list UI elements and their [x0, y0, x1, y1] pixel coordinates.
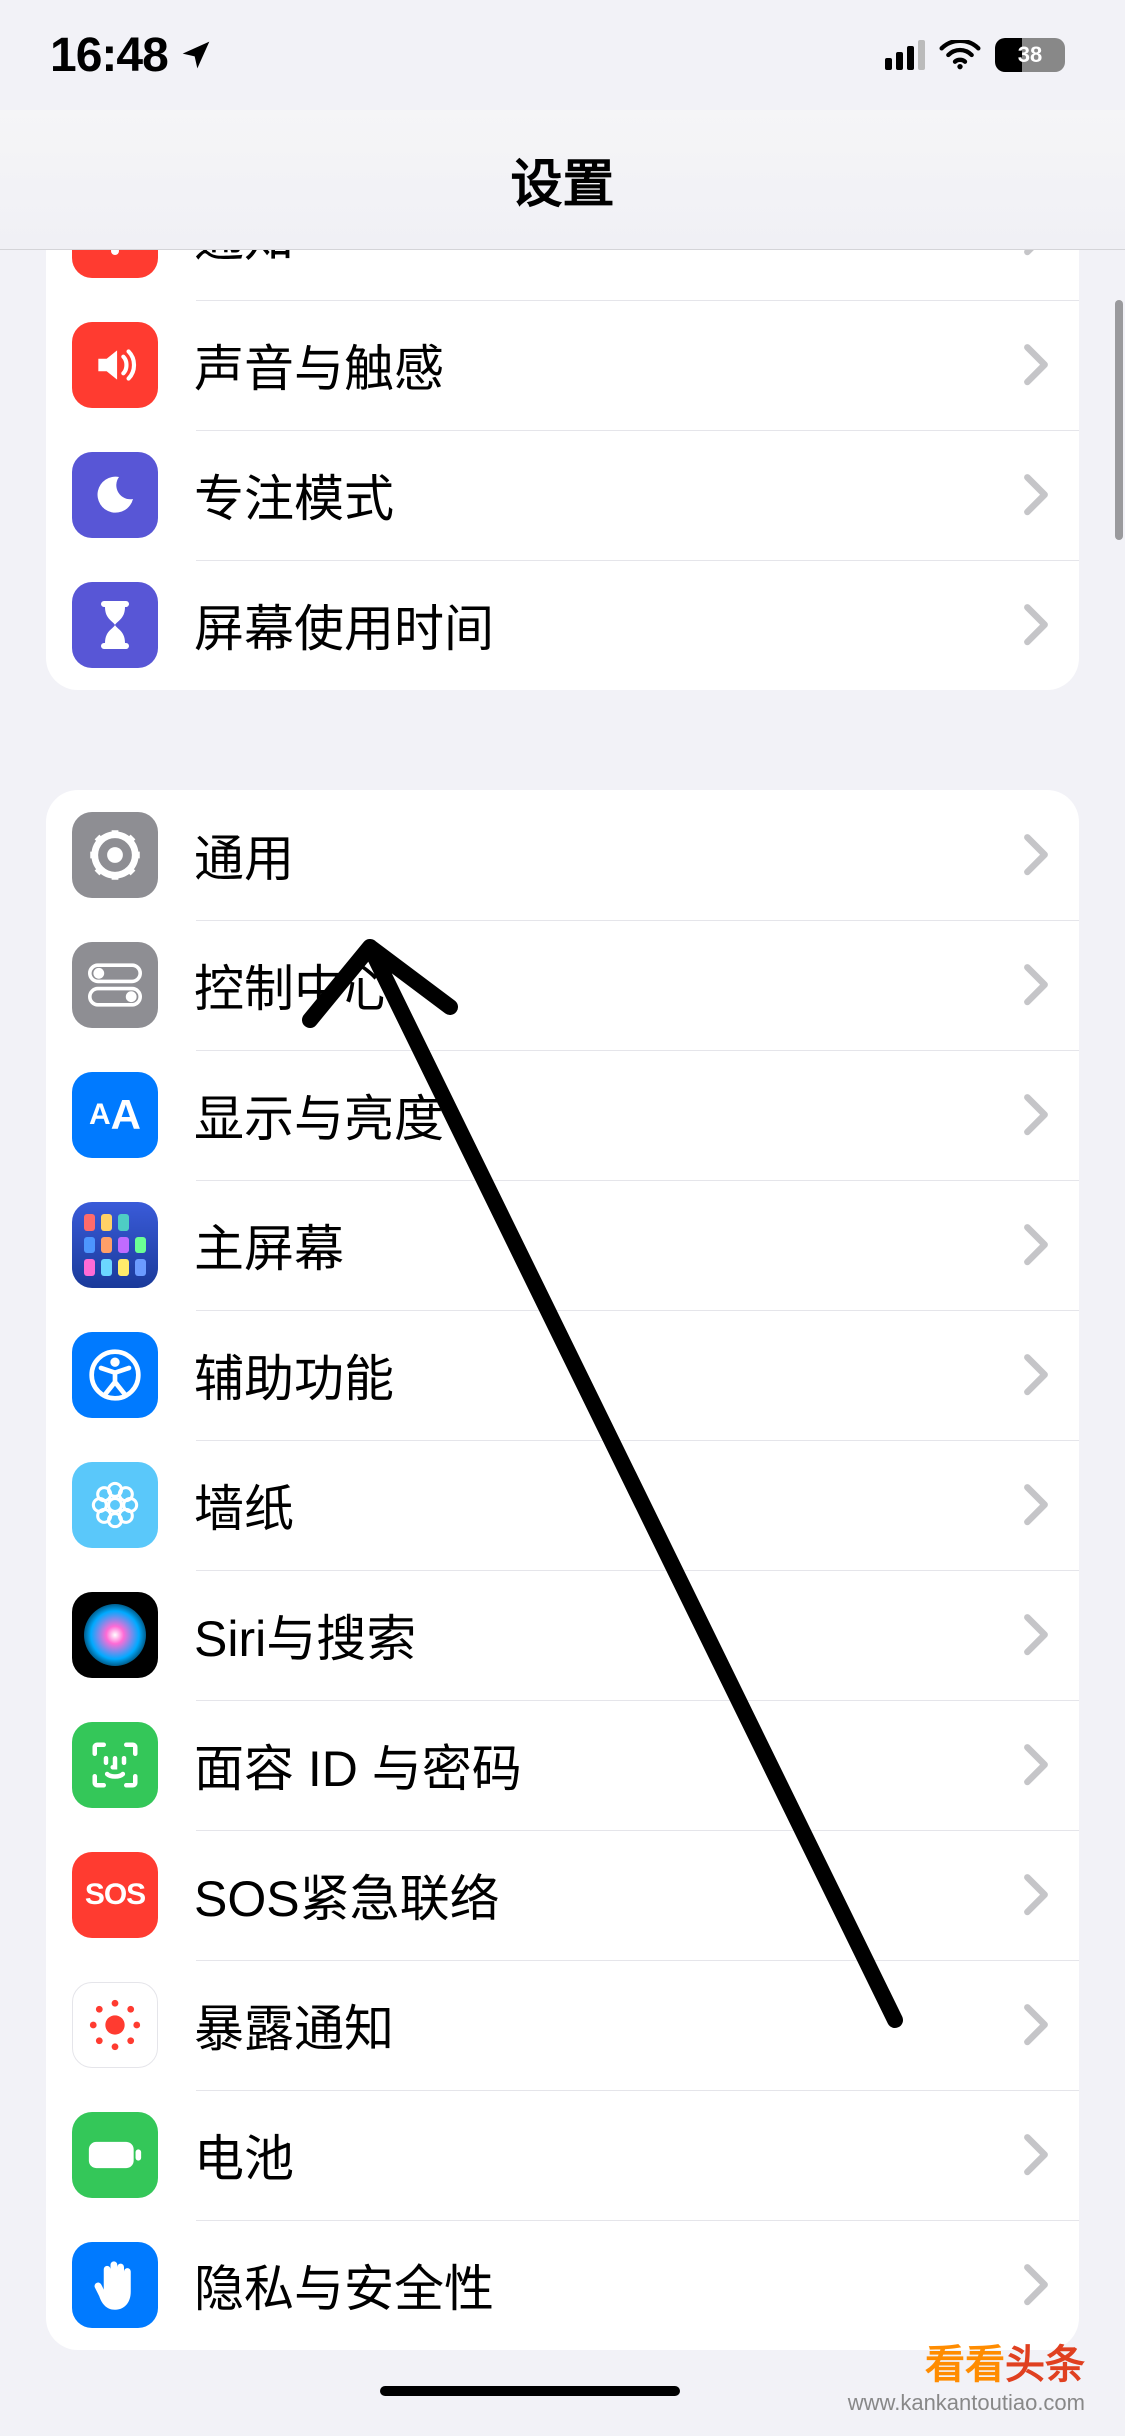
status-bar: 16:48 38 [0, 0, 1125, 110]
chevron-right-icon [1023, 2133, 1049, 2177]
settings-scrollview[interactable]: 通知 声音与触感 专注模式 屏幕使用时间 [0, 250, 1125, 2436]
row-label: 通用 [194, 819, 1023, 891]
home-grid-icon [72, 1202, 158, 1288]
status-right: 38 [885, 38, 1065, 72]
time-label: 16:48 [50, 28, 168, 83]
row-label: 辅助功能 [194, 1339, 1023, 1411]
chevron-right-icon [1023, 1093, 1049, 1137]
status-time: 16:48 [50, 28, 212, 83]
row-label: 专注模式 [194, 459, 1023, 531]
gear-icon [72, 812, 158, 898]
row-battery[interactable]: 电池 [46, 2090, 1079, 2220]
faceid-icon [72, 1722, 158, 1808]
row-label: 主屏幕 [194, 1209, 1023, 1281]
row-label: 通知 [194, 250, 1023, 271]
moon-icon [72, 452, 158, 538]
nav-bar: 设置 [0, 110, 1125, 250]
settings-group-1: 通知 声音与触感 专注模式 屏幕使用时间 [46, 250, 1079, 690]
row-label: 隐私与安全性 [194, 2249, 1023, 2321]
location-icon [180, 39, 212, 71]
hourglass-icon [72, 582, 158, 668]
row-general[interactable]: 通用 [46, 790, 1079, 920]
text-size-icon: AA [72, 1072, 158, 1158]
watermark-url: www.kankantoutiao.com [848, 2390, 1085, 2416]
siri-icon [72, 1592, 158, 1678]
row-accessibility[interactable]: 辅助功能 [46, 1310, 1079, 1440]
bell-icon [72, 250, 158, 278]
row-homescreen[interactable]: 主屏幕 [46, 1180, 1079, 1310]
battery-settings-icon [72, 2112, 158, 2198]
row-label: 暴露通知 [194, 1989, 1023, 2061]
chevron-right-icon [1023, 963, 1049, 1007]
chevron-right-icon [1023, 1353, 1049, 1397]
row-label: 显示与亮度 [194, 1079, 1023, 1151]
row-exposure[interactable]: 暴露通知 [46, 1960, 1079, 2090]
row-label: 面容 ID 与密码 [194, 1729, 1023, 1801]
settings-group-2: 通用 控制中心 AA 显示与亮度 主屏幕 [46, 790, 1079, 2350]
sos-icon: SOS [72, 1852, 158, 1938]
watermark-text: 看看头条 [848, 2332, 1085, 2390]
row-wallpaper[interactable]: 墙纸 [46, 1440, 1079, 1570]
row-label: 屏幕使用时间 [194, 589, 1023, 661]
signal-icon [885, 40, 925, 70]
row-label: 声音与触感 [194, 329, 1023, 401]
speaker-icon [72, 322, 158, 408]
row-label: 墙纸 [194, 1469, 1023, 1541]
switches-icon [72, 942, 158, 1028]
chevron-right-icon [1023, 1483, 1049, 1527]
flower-icon [72, 1462, 158, 1548]
chevron-right-icon [1023, 473, 1049, 517]
chevron-right-icon [1023, 1223, 1049, 1267]
row-faceid[interactable]: 面容 ID 与密码 [46, 1700, 1079, 1830]
annotation-underline [380, 2386, 680, 2396]
chevron-right-icon [1023, 833, 1049, 877]
row-sounds[interactable]: 声音与触感 [46, 300, 1079, 430]
row-controlcenter[interactable]: 控制中心 [46, 920, 1079, 1050]
row-label: 控制中心 [194, 949, 1023, 1021]
row-label: Siri与搜索 [194, 1599, 1023, 1671]
chevron-right-icon [1023, 1613, 1049, 1657]
chevron-right-icon [1023, 2003, 1049, 2047]
battery-percent-label: 38 [995, 38, 1065, 72]
wifi-icon [939, 40, 981, 70]
chevron-right-icon [1023, 343, 1049, 387]
row-screentime[interactable]: 屏幕使用时间 [46, 560, 1079, 690]
row-privacy[interactable]: 隐私与安全性 [46, 2220, 1079, 2350]
row-focus[interactable]: 专注模式 [46, 430, 1079, 560]
chevron-right-icon [1023, 2263, 1049, 2307]
row-display[interactable]: AA 显示与亮度 [46, 1050, 1079, 1180]
page-title: 设置 [510, 142, 614, 217]
hand-icon [72, 2242, 158, 2328]
row-siri[interactable]: Siri与搜索 [46, 1570, 1079, 1700]
row-notifications[interactable]: 通知 [46, 250, 1079, 300]
chevron-right-icon [1023, 603, 1049, 647]
chevron-right-icon [1023, 1743, 1049, 1787]
scrollbar-thumb[interactable] [1115, 300, 1123, 540]
chevron-right-icon [1023, 1873, 1049, 1917]
accessibility-icon [72, 1332, 158, 1418]
battery-icon: 38 [995, 38, 1065, 72]
exposure-icon [72, 1982, 158, 2068]
chevron-right-icon [1023, 250, 1049, 257]
watermark: 看看头条 www.kankantoutiao.com [848, 2332, 1085, 2416]
row-label: SOS紧急联络 [194, 1859, 1023, 1931]
row-label: 电池 [194, 2119, 1023, 2191]
row-sos[interactable]: SOS SOS紧急联络 [46, 1830, 1079, 1960]
